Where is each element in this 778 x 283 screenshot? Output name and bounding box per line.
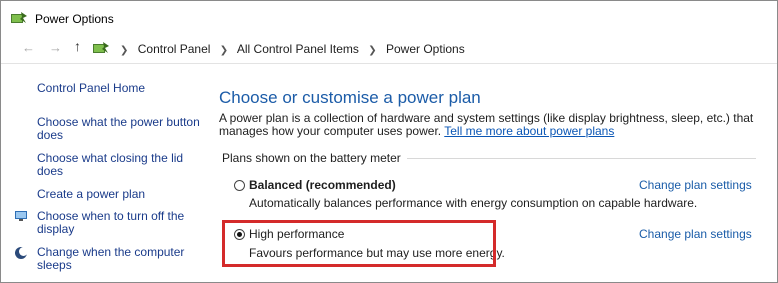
address-divider (1, 63, 777, 64)
high-performance-change-settings-link[interactable]: Change plan settings (639, 227, 752, 241)
back-arrow-icon[interactable]: ← (22, 40, 35, 55)
breadcrumb-separator-icon: ❯ (368, 45, 377, 56)
section-divider (401, 158, 756, 159)
tell-me-more-link[interactable]: Tell me more about power plans (444, 124, 614, 138)
page-title: Choose or customise a power plan (219, 88, 481, 107)
section-label: Plans shown on the battery meter (222, 151, 407, 165)
breadcrumb: ❯ Control Panel ❯ All Control Panel Item… (114, 42, 465, 56)
sidebar-item-computer-sleeps[interactable]: Change when the computer sleeps (37, 246, 197, 272)
breadcrumb-separator-icon: ❯ (120, 45, 129, 56)
control-panel-icon (93, 42, 109, 53)
page-description: A power plan is a collection of hardware… (219, 112, 767, 138)
address-bar: ← → ↑ ❯ Control Panel ❯ All Control Pane… (1, 37, 777, 61)
sidebar-item-create-plan[interactable]: Create a power plan (37, 188, 145, 201)
power-options-icon (11, 12, 27, 23)
sidebar-item-turn-off-display[interactable]: Choose when to turn off the display (37, 210, 197, 236)
up-arrow-icon[interactable]: ↑ (74, 38, 81, 54)
breadcrumb-control-panel[interactable]: Control Panel (138, 42, 211, 56)
balanced-plan-description: Automatically balances performance with … (249, 196, 698, 210)
highlight-box (222, 220, 496, 267)
display-icon (15, 211, 27, 221)
sidebar-item-closing-lid[interactable]: Choose what closing the lid does (37, 152, 197, 178)
balanced-plan-name[interactable]: Balanced (recommended) (249, 178, 396, 192)
breadcrumb-separator-icon: ❯ (219, 45, 229, 56)
balanced-radio[interactable] (234, 180, 245, 191)
forward-arrow-icon[interactable]: → (49, 40, 62, 55)
window-title: Power Options (35, 12, 114, 26)
title-bar: Power Options (1, 1, 777, 35)
sidebar-control-panel-home[interactable]: Control Panel Home (37, 82, 145, 95)
breadcrumb-all-items[interactable]: All Control Panel Items (237, 42, 359, 56)
balanced-change-settings-link[interactable]: Change plan settings (639, 178, 752, 192)
breadcrumb-power-options[interactable]: Power Options (386, 42, 465, 56)
sidebar-item-power-button[interactable]: Choose what the power button does (37, 116, 202, 142)
sleep-moon-icon (15, 247, 28, 259)
